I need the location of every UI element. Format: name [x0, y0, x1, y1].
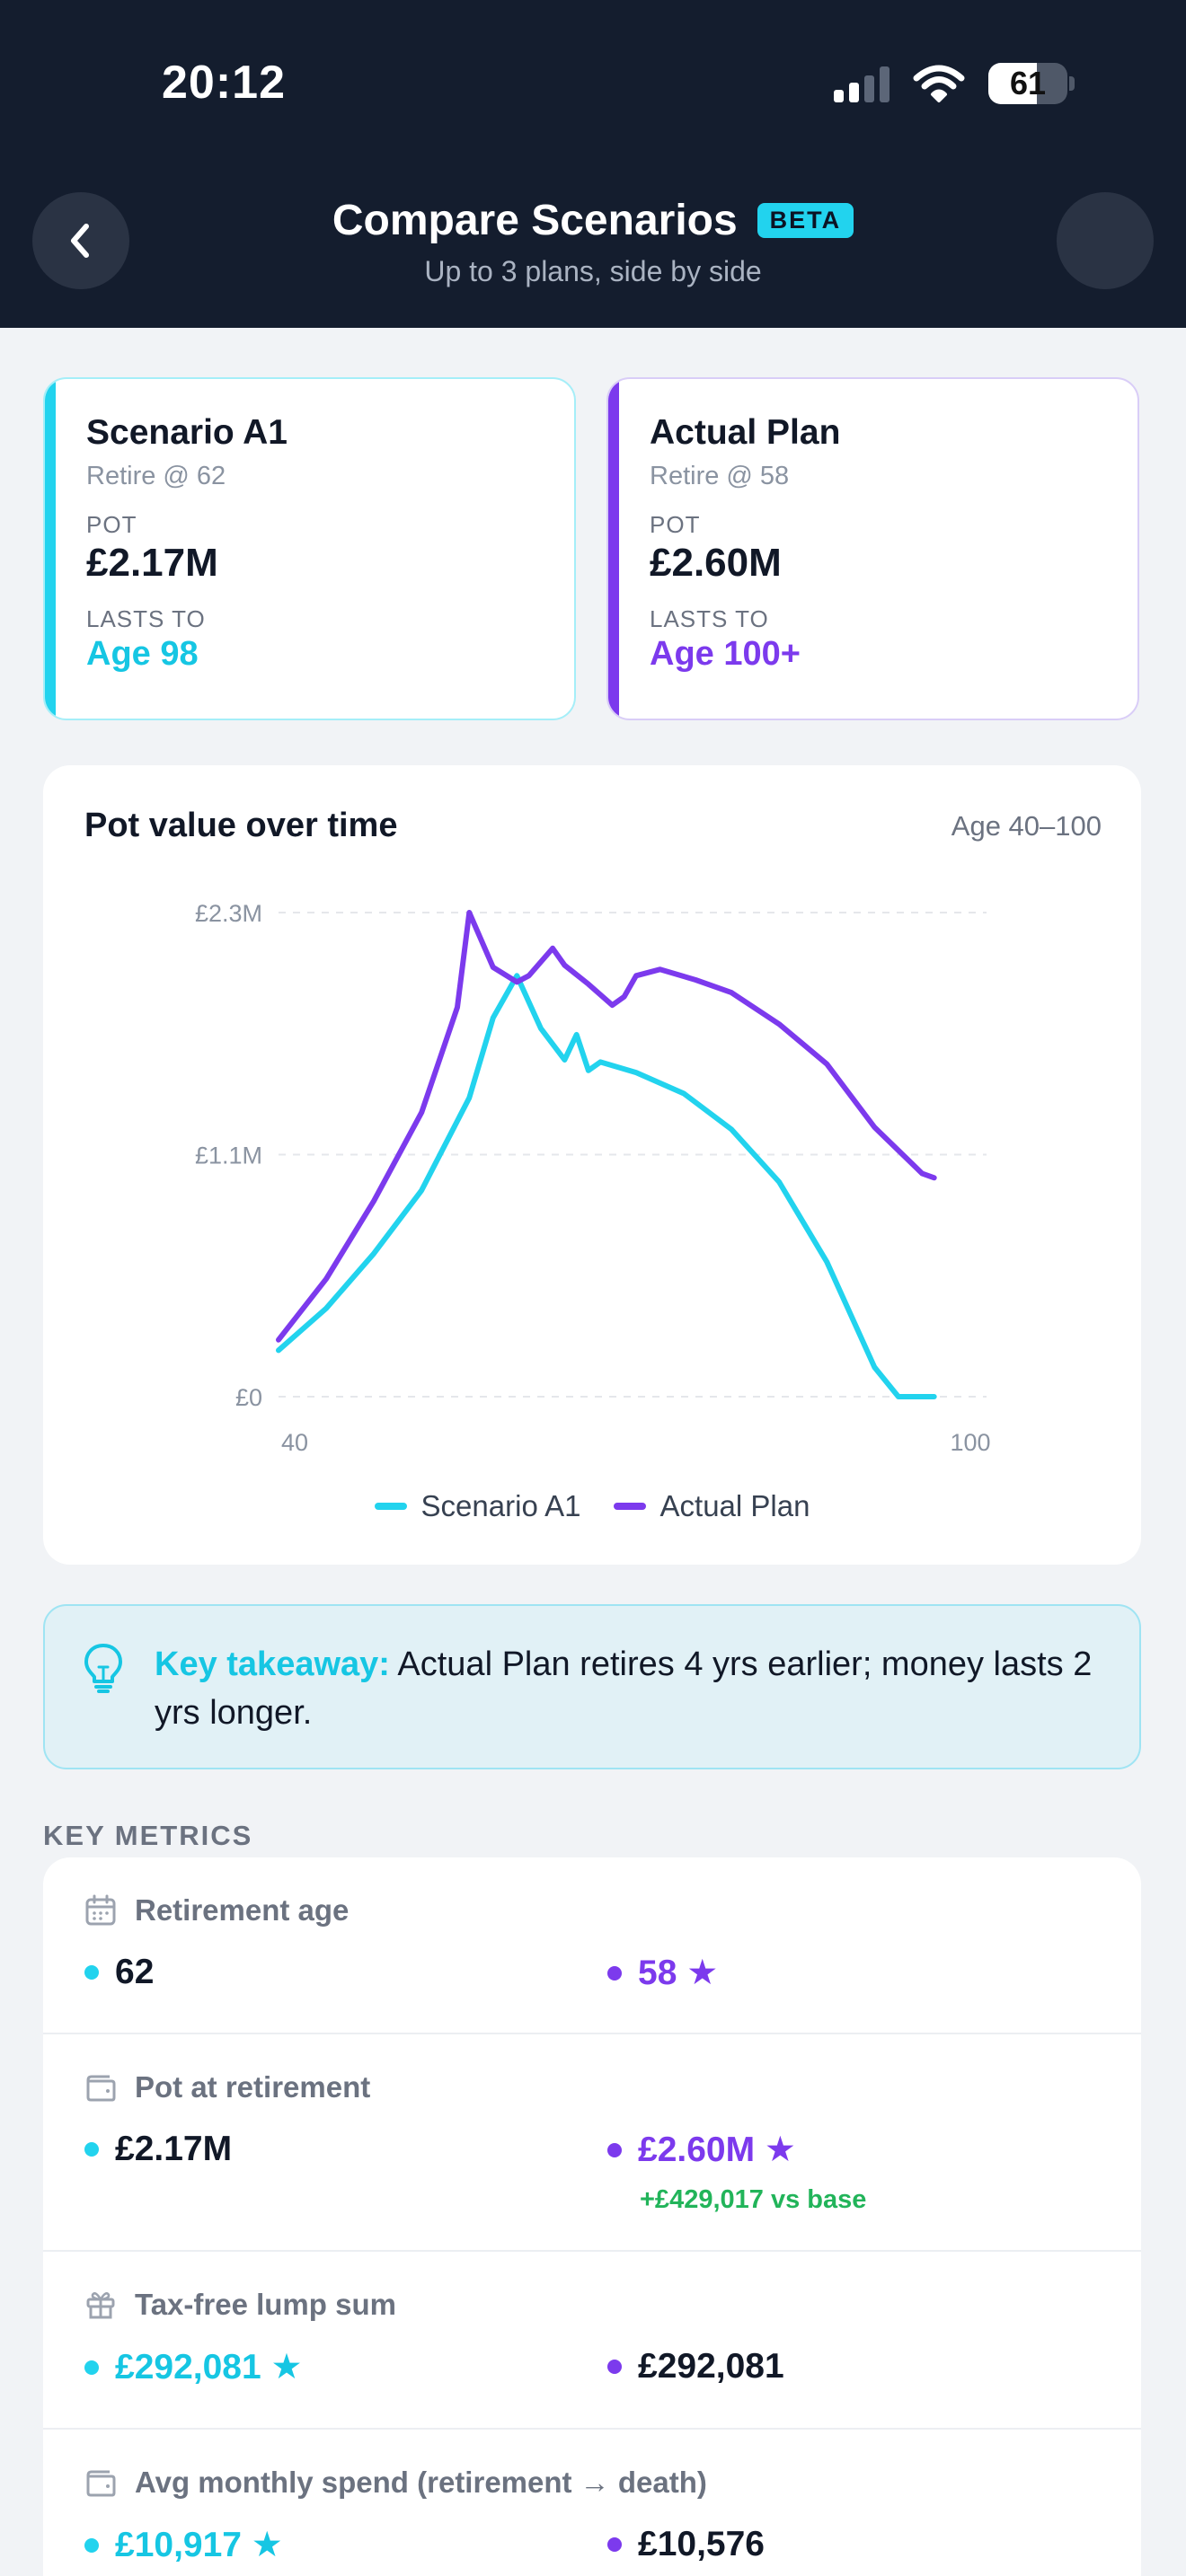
metric-value-a1: £292,081 ★: [115, 2348, 303, 2386]
metric-row-retirement-age[interactable]: Retirement age 62 58 ★: [43, 1857, 1141, 2034]
metric-value-actual-plan: £2.60M ★: [638, 2130, 796, 2169]
legend-label: Scenario A1: [420, 1489, 581, 1522]
wallet-icon: [86, 2470, 116, 2497]
metric-label: Retirement age: [135, 1893, 350, 1927]
cellular-signal-icon: [834, 65, 890, 102]
actual-plan-dot: [607, 2360, 622, 2374]
metric-value-a1: £10,917 ★: [115, 2526, 283, 2564]
metric-value-a1: £2.17M: [115, 2130, 233, 2168]
top-header: 20:12 61 Compare Scenarios BETA Up to 3 …: [0, 0, 1186, 328]
status-icons: 61: [834, 63, 1075, 104]
key-metrics-heading: KEY METRICS: [43, 1820, 253, 1851]
pot-label: POT: [86, 511, 137, 538]
key-metrics-list: Retirement age 62 58 ★ Pot at retirement…: [43, 1857, 1141, 2576]
battery-percent: 61: [1009, 65, 1047, 101]
scenario-accent-bar: [45, 379, 56, 719]
legend-item-scenario-a1: Scenario A1: [374, 1489, 581, 1523]
metric-value-a1: 62: [115, 1953, 155, 1991]
pot-label: POT: [650, 511, 701, 538]
legend-swatch: [374, 1503, 407, 1510]
pot-value: £2.60M: [650, 541, 782, 585]
calendar-icon: [85, 1894, 116, 1926]
y-tick-label: £2.3M: [195, 900, 262, 927]
gift-icon: [86, 2292, 115, 2319]
lasts-label: LASTS TO: [650, 605, 769, 632]
legend-label: Actual Plan: [659, 1489, 810, 1522]
scenario-name: Scenario A1: [86, 413, 288, 452]
pot-chart-card: Pot value over time Age 40–100 £2.3M £1.1…: [43, 765, 1141, 1565]
legend-item-actual-plan: Actual Plan: [613, 1489, 810, 1523]
metric-value-actual-plan: 58 ★: [638, 1954, 719, 1992]
actual-plan-dot: [607, 2142, 622, 2157]
actual-plan-dot: [607, 1965, 622, 1981]
scenario-a1-dot: [84, 2537, 99, 2553]
metric-value-actual-plan: £292,081: [638, 2347, 784, 2386]
page-subtitle: Up to 3 plans, side by side: [424, 255, 762, 287]
scenario-retire-age: Retire @ 58: [650, 462, 790, 490]
scenario-a1-dot: [84, 2360, 99, 2375]
legend-swatch: [613, 1503, 646, 1510]
key-takeaway-banner: Key takeaway: Actual Plan retires 4 yrs …: [43, 1604, 1141, 1769]
header-action-button[interactable]: [1057, 192, 1154, 289]
scenario-name: Actual Plan: [650, 413, 841, 452]
y-tick-label: £1.1M: [195, 1142, 262, 1169]
pot-line-chart: £2.3M £1.1M £0 40 100: [195, 900, 991, 1456]
scenario-a1-dot: [84, 2142, 99, 2157]
metric-label: Pot at retirement: [135, 2070, 371, 2104]
scenario-retire-age: Retire @ 62: [86, 462, 226, 490]
metric-row-avg-monthly-spend[interactable]: Avg monthly spend (retirement → death) £…: [43, 2430, 1141, 2576]
scenario-card-actual-plan[interactable]: Actual Plan Retire @ 58 POT £2.60M LASTS…: [606, 377, 1139, 720]
scenario-accent-bar: [608, 379, 619, 719]
beta-badge: BETA: [757, 203, 854, 238]
page-title: Compare Scenarios: [332, 197, 738, 244]
wallet-icon: [86, 2075, 116, 2102]
metric-row-pot-at-retirement[interactable]: Pot at retirement £2.17M £2.60M ★ +£429,…: [43, 2034, 1141, 2252]
status-time: 20:12: [162, 57, 286, 109]
header-title-row: Compare Scenarios BETA: [0, 196, 1186, 245]
metric-delta: +£429,017 vs base: [640, 2185, 867, 2214]
battery-icon: 61: [988, 63, 1067, 104]
wifi-icon: [913, 65, 965, 102]
lightbulb-icon: [84, 1644, 122, 1693]
scenario-card-a1[interactable]: Scenario A1 Retire @ 62 POT £2.17M LASTS…: [43, 377, 576, 720]
metric-label: Avg monthly spend (retirement → death): [135, 2466, 707, 2499]
metric-label: Tax-free lump sum: [135, 2288, 396, 2321]
takeaway-label: Key takeaway:: [155, 1645, 390, 1683]
x-tick-label: 40: [281, 1429, 308, 1456]
scenario-a1-dot: [84, 1965, 99, 1980]
chart-legend: Scenario A1 Actual Plan: [43, 1489, 1141, 1523]
lasts-label: LASTS TO: [86, 605, 206, 632]
pot-value: £2.17M: [86, 541, 218, 585]
lasts-value: Age 100+: [650, 635, 801, 673]
series-line-scenario-a1: [276, 973, 937, 1399]
takeaway-text: Key takeaway: Actual Plan retires 4 yrs …: [155, 1640, 1107, 1737]
metric-row-tax-free-lump-sum[interactable]: Tax-free lump sum £292,081 ★ £292,081: [43, 2252, 1141, 2430]
y-tick-label: £0: [235, 1384, 262, 1411]
lasts-value: Age 98: [86, 635, 199, 673]
actual-plan-dot: [607, 2537, 622, 2552]
x-tick-label: 100: [950, 1429, 990, 1456]
metric-value-actual-plan: £10,576: [638, 2525, 765, 2563]
